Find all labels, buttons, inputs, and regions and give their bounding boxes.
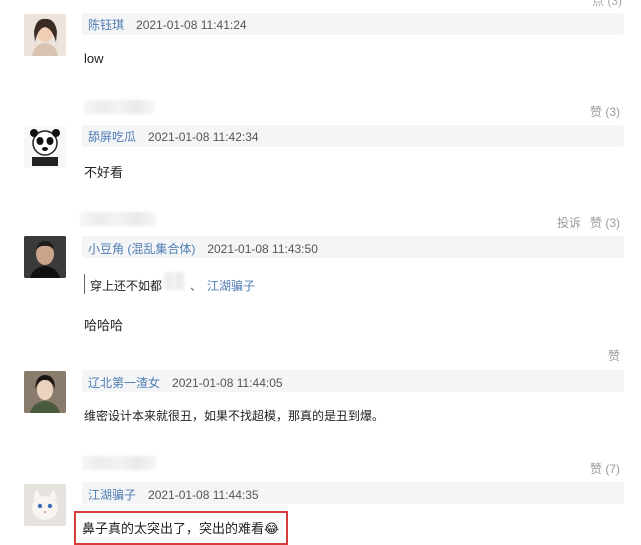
comment-content: low [84,51,104,66]
username[interactable]: 小豆角 (混乱集合体) [88,242,195,256]
timestamp: 2021-01-08 11:44:05 [172,376,283,390]
comment-meta: 江湖骗子 2021-01-08 11:44:35 [88,486,259,504]
username[interactable]: 陈钰琪 [88,18,124,32]
avatar[interactable] [24,371,66,413]
timestamp: 2021-01-08 11:43:50 [207,242,318,256]
comment-content: 维密设计本来就很丑，如果不找超模，那真的是丑到爆。 [84,409,385,423]
like-action[interactable]: 赞 (7) [590,460,620,477]
quote-bar [84,274,85,294]
timestamp: 2021-01-08 11:44:35 [148,488,259,502]
blurred-name [163,272,185,290]
comment-meta: 陈钰琪 2021-01-08 11:41:24 [88,16,247,34]
top-like-action[interactable]: 点 (3) [592,0,622,9]
username[interactable]: 辽北第一渣女 [88,376,160,390]
avatar[interactable] [24,126,66,168]
username[interactable]: 江湖骗子 [88,488,136,502]
comment-meta: 小豆角 (混乱集合体) 2021-01-08 11:43:50 [88,240,318,258]
username[interactable]: 舔屏吃瓜 [88,130,136,144]
timestamp: 2021-01-08 11:42:34 [148,130,259,144]
quote-separator: 、 [190,279,203,293]
blurred-reply [82,456,156,470]
avatar[interactable] [24,14,66,56]
quote-text: 穿上还不如都 [90,279,163,293]
avatar[interactable] [24,484,66,526]
report-action[interactable]: 投诉 [557,214,581,231]
like-action[interactable]: 赞 (3) [590,214,620,231]
comment-content: 不好看 [84,165,124,180]
comment-meta: 辽北第一渣女 2021-01-08 11:44:05 [88,374,283,392]
timestamp: 2021-01-08 11:41:24 [136,18,247,32]
avatar[interactable] [24,236,66,278]
like-action[interactable]: 赞 (3) [590,103,620,120]
comment-meta: 舔屏吃瓜 2021-01-08 11:42:34 [88,128,259,146]
blurred-reply [84,100,154,114]
comment-content: 哈哈哈 [84,318,124,333]
like-action[interactable]: 赞 [608,347,620,364]
mention-link[interactable]: 江湖骗子 [207,277,255,294]
blurred-reply [80,212,156,226]
